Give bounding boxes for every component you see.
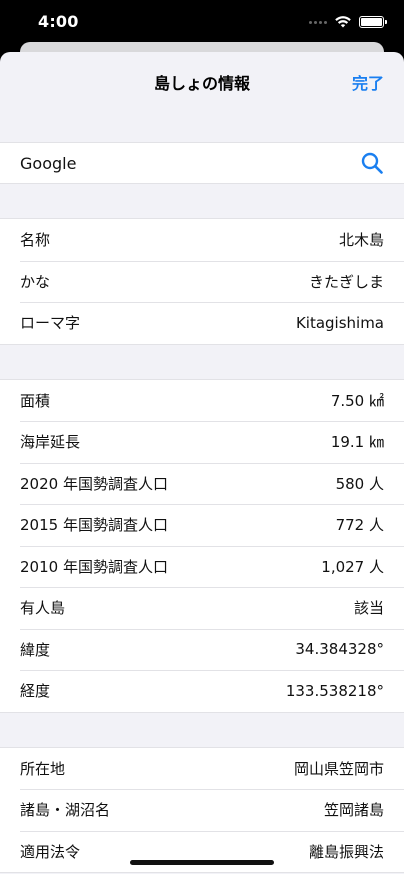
row-label: 2020 年国勢調査人口 [20, 474, 168, 493]
row-label: 所在地 [20, 759, 66, 778]
location-group: 所在地 岡山県笠岡市 諸島・湖沼名 笠岡諸島 適用法令 離島振興法 [0, 746, 404, 873]
row-value: 離島振興法 [308, 842, 384, 861]
row-value: きたぎしま [308, 272, 384, 291]
row-value: 北木島 [338, 231, 384, 250]
row-value: 772 人 [335, 516, 384, 535]
info-row-population-2015: 2015 年国勢調査人口 772 人 [0, 504, 404, 546]
search-icon[interactable] [360, 151, 384, 175]
cellular-signal-icon [309, 20, 327, 24]
row-label: ローマ字 [20, 314, 81, 333]
row-value: 7.50 ㎢ [330, 391, 384, 410]
row-value: Kitagishima [295, 313, 384, 332]
info-row-archipelago: 諸島・湖沼名 笠岡諸島 [0, 789, 404, 831]
row-value: 岡山県笠岡市 [293, 759, 384, 778]
info-row-address: 所在地 岡山県笠岡市 [0, 748, 404, 790]
island-info-sheet: 島しょの情報 完了 Google 名称 北木島 かな きたぎしま ローマ字 Ki… [0, 52, 404, 874]
row-label: 面積 [20, 391, 51, 410]
name-group: 名称 北木島 かな きたぎしま ローマ字 Kitagishima [0, 218, 404, 345]
row-label: 海岸延長 [20, 433, 81, 452]
battery-icon [359, 16, 387, 28]
navigation-bar: 島しょの情報 完了 [0, 52, 404, 110]
info-row-population-2020: 2020 年国勢調査人口 580 人 [0, 462, 404, 505]
row-value: 34.384328° [295, 640, 384, 659]
info-row-name: 名称 北木島 [0, 219, 404, 261]
row-label: 2015 年国勢調査人口 [20, 516, 168, 535]
done-button[interactable]: 完了 [352, 70, 384, 94]
row-label: 適用法令 [20, 842, 81, 861]
row-label: 経度 [20, 682, 51, 701]
row-label: かな [20, 272, 51, 291]
info-row-area: 面積 7.50 ㎢ [0, 380, 404, 422]
info-row-longitude: 経度 133.538218° [0, 670, 404, 712]
row-value: 133.538218° [285, 681, 384, 700]
google-search-label: Google [20, 153, 77, 173]
info-row-kana: かな きたぎしま [0, 260, 404, 303]
row-label: 2010 年国勢調査人口 [20, 557, 168, 576]
stats-group: 面積 7.50 ㎢ 海岸延長 19.1 ㎞ 2020 年国勢調査人口 580 人… [0, 378, 404, 713]
info-row-coastline: 海岸延長 19.1 ㎞ [0, 421, 404, 463]
row-label: 有人島 [20, 599, 66, 618]
row-value: 580 人 [335, 474, 384, 493]
info-row-applicable-law: 適用法令 離島振興法 [0, 830, 404, 873]
row-label: 名称 [20, 231, 51, 250]
row-value: 該当 [353, 599, 384, 618]
info-row-population-2010: 2010 年国勢調査人口 1,027 人 [0, 545, 404, 588]
status-icons [309, 14, 387, 30]
info-row-latitude: 緯度 34.384328° [0, 628, 404, 671]
home-indicator[interactable] [130, 860, 274, 865]
search-group: Google [0, 142, 404, 184]
status-time: 4:00 [38, 12, 79, 31]
row-value: 1,027 人 [321, 557, 384, 576]
page-title: 島しょの情報 [153, 74, 250, 93]
info-row-inhabited: 有人島 該当 [0, 587, 404, 629]
row-label: 諸島・湖沼名 [20, 801, 111, 820]
row-value: 19.1 ㎞ [330, 433, 384, 452]
row-value: 笠岡諸島 [323, 801, 384, 820]
row-label: 緯度 [20, 640, 51, 659]
info-row-romaji: ローマ字 Kitagishima [0, 302, 404, 344]
status-bar: 4:00 [0, 0, 404, 44]
wifi-icon [335, 16, 351, 28]
google-search-row[interactable]: Google [0, 143, 404, 183]
